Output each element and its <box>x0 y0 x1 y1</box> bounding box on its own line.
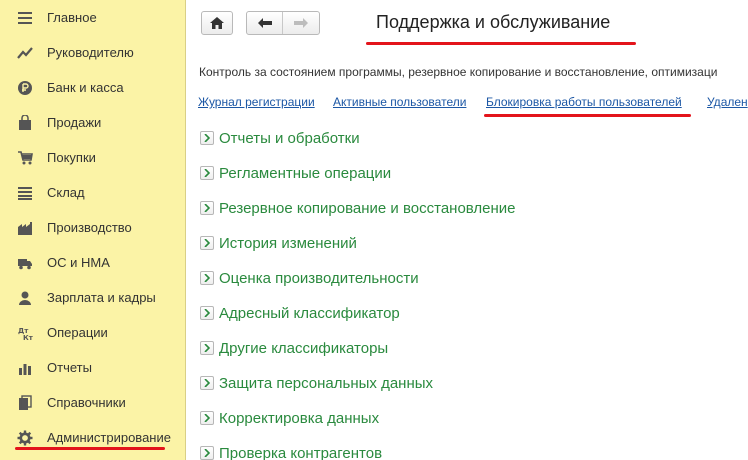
chevron-right-icon[interactable] <box>200 446 214 460</box>
section-counterparty-check[interactable]: Проверка контрагентов <box>200 443 382 460</box>
sidebar-item-label: Банк и касса <box>47 80 124 95</box>
section-reports-processing[interactable]: Отчеты и обработки <box>200 128 360 148</box>
forward-button[interactable] <box>283 12 319 34</box>
section-data-correction[interactable]: Корректировка данных <box>200 408 379 428</box>
home-icon <box>210 17 224 29</box>
sidebar-item-label: Отчеты <box>47 360 92 375</box>
sidebar-item-label: ОС и НМА <box>47 255 110 270</box>
sidebar-item-label: Справочники <box>47 395 126 410</box>
link-block-users[interactable]: Блокировка работы пользователей <box>486 95 682 109</box>
person-icon <box>17 290 33 306</box>
chevron-right-icon[interactable] <box>200 236 214 250</box>
home-button[interactable] <box>201 11 233 35</box>
shopping-cart-icon <box>17 150 33 166</box>
link-delete[interactable]: Удален <box>707 95 748 109</box>
chevron-right-icon[interactable] <box>200 306 214 320</box>
sidebar-item-bank[interactable]: Банк и касса <box>0 70 186 105</box>
bar-chart-icon <box>17 360 33 376</box>
sidebar-item-warehouse[interactable]: Склад <box>0 175 186 210</box>
sidebar-item-label: Склад <box>47 185 85 200</box>
section-change-history[interactable]: История изменений <box>200 233 357 253</box>
sidebar-item-label: Руководителю <box>47 45 134 60</box>
arrow-right-icon <box>294 18 308 28</box>
shopping-bag-icon <box>17 114 33 131</box>
section-routine-operations[interactable]: Регламентные операции <box>200 163 391 183</box>
chevron-right-icon[interactable] <box>200 201 214 215</box>
sidebar-item-label: Зарплата и кадры <box>47 290 156 305</box>
section-address-classifier[interactable]: Адресный классификатор <box>200 303 400 323</box>
highlight-underline <box>484 114 691 117</box>
menu-lines-icon <box>17 10 33 26</box>
gear-icon <box>17 430 33 446</box>
arrow-left-icon <box>257 18 272 28</box>
highlight-underline <box>15 447 165 450</box>
sidebar-item-directories[interactable]: Справочники <box>0 385 186 420</box>
sidebar-item-label: Администрирование <box>47 430 171 445</box>
page-description: Контроль за состоянием программы, резерв… <box>199 65 718 79</box>
sidebar-item-operations[interactable]: Дт Кт Операции <box>0 315 186 350</box>
page-title: Поддержка и обслуживание <box>376 12 611 32</box>
trend-chart-icon <box>17 45 33 61</box>
sidebar-item-manager[interactable]: Руководителю <box>0 35 186 70</box>
sidebar-item-label: Главное <box>47 10 97 25</box>
back-button[interactable] <box>247 12 283 34</box>
sidebar-item-main[interactable]: Главное <box>0 0 186 35</box>
sidebar-item-sales[interactable]: Продажи <box>0 105 186 140</box>
main-panel: Поддержка и обслуживание Контроль за сос… <box>187 0 748 460</box>
chevron-right-icon[interactable] <box>200 341 214 355</box>
ruble-coin-icon <box>17 80 33 96</box>
sidebar: Главное Руководителю Банк и касса Продаж… <box>0 0 186 460</box>
section-other-classifiers[interactable]: Другие классификаторы <box>200 338 388 358</box>
section-performance[interactable]: Оценка производительности <box>200 268 419 288</box>
warehouse-list-icon <box>17 185 33 201</box>
link-active-users[interactable]: Активные пользователи <box>333 95 466 109</box>
chevron-right-icon[interactable] <box>200 376 214 390</box>
factory-icon <box>17 220 33 236</box>
chevron-right-icon[interactable] <box>200 166 214 180</box>
truck-icon <box>17 255 33 271</box>
link-event-log[interactable]: Журнал регистрации <box>198 95 315 109</box>
sidebar-item-salary[interactable]: Зарплата и кадры <box>0 280 186 315</box>
chevron-right-icon[interactable] <box>200 131 214 145</box>
sidebar-item-assets[interactable]: ОС и НМА <box>0 245 186 280</box>
sidebar-item-label: Производство <box>47 220 132 235</box>
chevron-right-icon[interactable] <box>200 411 214 425</box>
sidebar-item-label: Операции <box>47 325 108 340</box>
section-backup-restore[interactable]: Резервное копирование и восстановление <box>200 198 516 218</box>
section-personal-data[interactable]: Защита персональных данных <box>200 373 433 393</box>
chevron-right-icon[interactable] <box>200 271 214 285</box>
svg-text:Кт: Кт <box>23 334 33 341</box>
debit-credit-icon: Дт Кт <box>17 325 33 341</box>
sidebar-item-label: Покупки <box>47 150 96 165</box>
sidebar-item-reports[interactable]: Отчеты <box>0 350 186 385</box>
books-icon <box>17 394 33 411</box>
sidebar-item-production[interactable]: Производство <box>0 210 186 245</box>
highlight-underline <box>366 42 636 45</box>
sidebar-item-purchases[interactable]: Покупки <box>0 140 186 175</box>
history-navigation <box>246 11 320 35</box>
sidebar-item-label: Продажи <box>47 115 102 130</box>
